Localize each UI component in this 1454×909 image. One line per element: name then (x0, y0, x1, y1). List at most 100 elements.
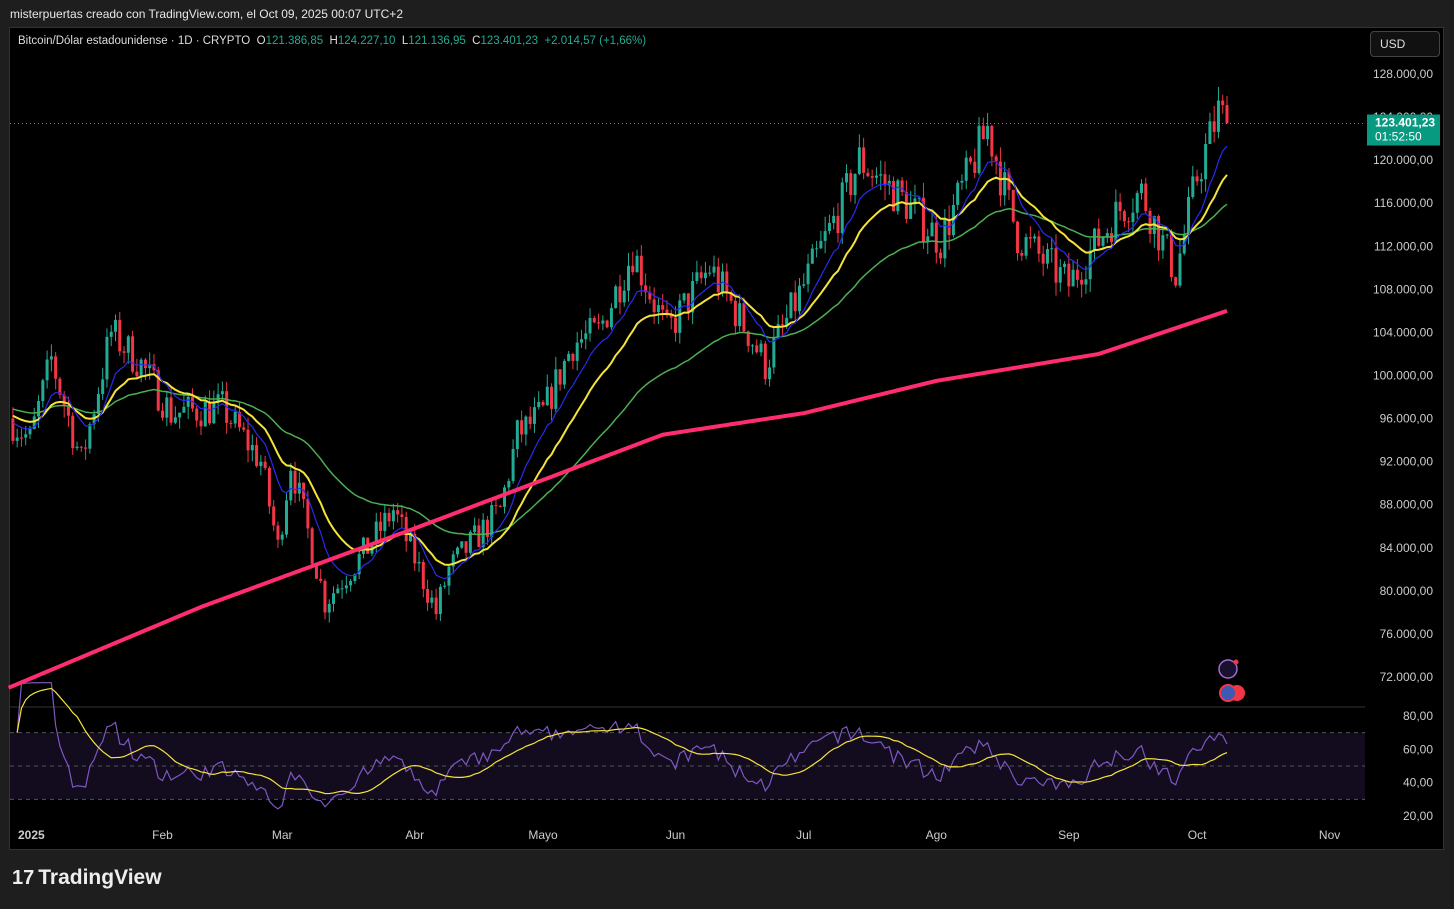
candle-body (853, 173, 857, 196)
candle-body (456, 547, 459, 555)
candle-body (635, 255, 639, 273)
price-tick-label: 120.000,00 (1373, 153, 1433, 167)
candle-body (24, 434, 28, 438)
candle-body (169, 397, 173, 423)
candle-body (276, 525, 280, 540)
candle-body (131, 336, 135, 372)
close-value: 123.401,23 (480, 35, 539, 47)
candle-body (969, 157, 972, 162)
candle-body (558, 369, 562, 385)
price-tick-label: 108.000,00 (1373, 282, 1433, 296)
candle-body (819, 240, 823, 249)
candle-body (1148, 210, 1152, 235)
candle-body (434, 597, 438, 615)
candle-body (806, 263, 810, 285)
candle-body (836, 215, 840, 234)
candle-body (870, 176, 874, 178)
candle-body (1131, 212, 1135, 223)
candle-body (789, 292, 793, 318)
candle-body (977, 125, 981, 173)
candle-body (1075, 269, 1079, 280)
candle-body (537, 401, 541, 408)
candle-body (579, 339, 583, 343)
candle-body (614, 286, 618, 309)
candle-body (1054, 248, 1058, 283)
high-label: H (329, 35, 338, 47)
candle-body (1033, 236, 1037, 239)
candle-body (203, 401, 207, 427)
candle-body (477, 525, 481, 548)
candle-body (1024, 237, 1028, 256)
candle-body (845, 173, 849, 183)
candle-body (182, 406, 186, 413)
candle-body (15, 437, 19, 441)
candle-body (554, 369, 558, 409)
candle-body (823, 231, 827, 241)
candle-body (1118, 201, 1122, 212)
candle-body (1041, 253, 1045, 264)
candle-body (562, 360, 566, 385)
candle-body (494, 505, 498, 507)
tradingview-logo[interactable]: 17 TradingView (12, 866, 162, 890)
candle-body (327, 603, 331, 613)
candle-body (699, 272, 703, 279)
candle-body (857, 147, 861, 174)
candle-body (379, 521, 383, 531)
ema50-line (12, 203, 1228, 536)
candle-body (631, 265, 635, 273)
candle-body (815, 248, 819, 250)
brand-name: TradingView (38, 866, 162, 889)
last-price-value: 123.401,23 (1375, 116, 1435, 130)
candle-body (832, 215, 836, 223)
candle-body (438, 586, 442, 615)
event-dot-icon (1233, 659, 1239, 665)
candle-body (674, 317, 678, 333)
candle-body (592, 317, 596, 323)
candle-body (892, 180, 896, 212)
candle-body (1050, 248, 1054, 250)
candle-body (383, 512, 387, 531)
candle-body (1092, 228, 1096, 251)
candle-body (528, 416, 532, 424)
candle-body (126, 336, 130, 353)
price-chart[interactable]: 128.000,00124.000,00120.000,00116.000,00… (0, 0, 1454, 909)
candle-body (105, 336, 109, 380)
time-tick-label: Oct (1188, 828, 1207, 842)
time-tick-label: Ago (926, 828, 948, 842)
change-value: +2.014,57 (+1,66%) (544, 35, 647, 47)
candle-body (742, 303, 746, 332)
candle-body (904, 191, 908, 219)
candle-body (515, 420, 519, 450)
candle-body (1195, 176, 1199, 182)
candle-body (584, 333, 588, 340)
candle-body (1140, 183, 1143, 194)
candle-body (866, 172, 870, 177)
candle-body (272, 506, 276, 526)
high-value: 124.227,10 (337, 35, 396, 47)
candle-body (896, 180, 900, 212)
candle-body (874, 175, 878, 178)
price-tick-label: 92.000,00 (1380, 455, 1434, 469)
candle-body (79, 446, 83, 448)
candle-body (793, 292, 797, 312)
time-tick-label: Mar (272, 828, 293, 842)
price-tick-label: 76.000,00 (1380, 627, 1434, 641)
candle-body (49, 356, 53, 360)
currency-button[interactable]: USD (1370, 31, 1440, 57)
candle-body (54, 356, 58, 379)
candle-body (220, 391, 224, 395)
candle-body (597, 322, 601, 324)
symbol-name: Bitcoin/Dólar estadounidense · 1D · CRYP… (18, 35, 251, 47)
candle-body (75, 446, 79, 449)
candle-body (930, 222, 934, 237)
candle-body (849, 173, 853, 196)
candle-body (507, 480, 511, 488)
candle-body (41, 380, 45, 402)
candle-body (1161, 235, 1165, 251)
candle-body (682, 293, 686, 301)
price-tick-label: 80.000,00 (1380, 584, 1434, 598)
price-tick-label: 96.000,00 (1380, 412, 1434, 426)
candle-body (473, 525, 477, 532)
candle-body (28, 428, 32, 435)
candle-body (1191, 176, 1195, 197)
